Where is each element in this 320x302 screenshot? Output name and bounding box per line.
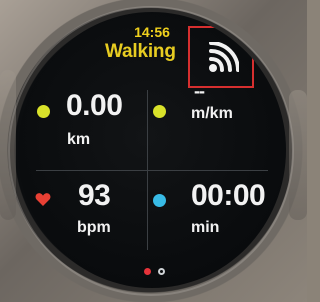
horizontal-divider <box>36 170 268 171</box>
wifi-signal-icon[interactable] <box>205 42 239 76</box>
heart-rate-unit: bpm <box>77 219 111 236</box>
duration-value: 00:00 <box>191 179 266 212</box>
distance-dot-icon <box>37 105 50 118</box>
duration-unit: min <box>191 219 220 236</box>
pace-dot-icon <box>153 105 166 118</box>
distance-unit: km <box>67 131 91 148</box>
heart-rate-value: 93 <box>78 179 111 212</box>
page-indicator-active <box>144 268 151 275</box>
duration-dot-icon <box>153 194 166 207</box>
watch-screen: 14:56 Walking 0.00 km -- m/km 93 bpm 00:… <box>18 12 286 288</box>
page-indicator-inactive <box>158 268 165 275</box>
pace-unit: m/km <box>191 105 233 122</box>
distance-value: 0.00 <box>66 89 123 122</box>
time-display: 14:56 <box>134 24 170 40</box>
activity-title: Walking <box>105 41 176 62</box>
heart-icon <box>35 193 51 206</box>
pace-value: -- <box>194 81 205 101</box>
